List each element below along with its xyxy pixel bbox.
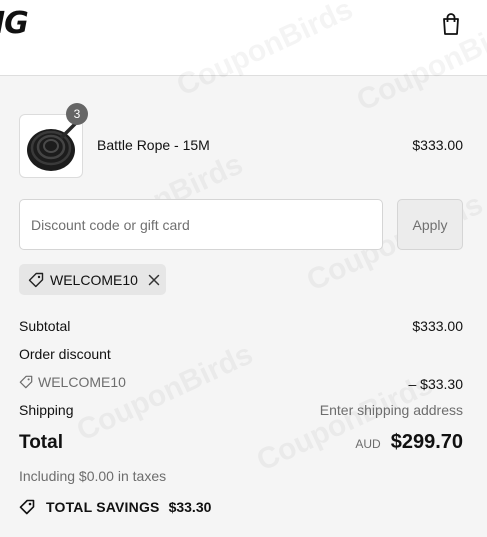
close-icon[interactable] (148, 274, 160, 286)
total-value-group: AUD $299.70 (355, 431, 463, 454)
order-discount-row: Order discount (19, 346, 463, 362)
store-header: IG (0, 0, 487, 76)
total-label: Total (19, 432, 63, 453)
total-row: Total AUD $299.70 (19, 431, 463, 454)
product-price: $333.00 (412, 137, 463, 153)
shopping-bag-icon[interactable] (441, 12, 461, 36)
discount-code-row: WELCOME10 – $33.30 (19, 374, 463, 392)
subtotal-value: $333.00 (412, 318, 463, 334)
discount-code-label: WELCOME10 (38, 374, 126, 390)
quantity-badge: 3 (66, 103, 88, 125)
shipping-label: Shipping (19, 402, 74, 418)
currency-code: AUD (355, 437, 381, 451)
tag-icon (19, 375, 33, 389)
total-savings: TOTAL SAVINGS $33.30 (19, 499, 211, 515)
applied-discount-code: WELCOME10 (50, 271, 138, 288)
discount-code-line: WELCOME10 (19, 374, 126, 390)
applied-discount-chip: WELCOME10 (19, 264, 166, 295)
order-summary: CouponBirds CouponBirds CouponBirds Coup… (0, 0, 487, 537)
order-discount-label: Order discount (19, 346, 111, 362)
discount-amount: – $33.30 (408, 376, 464, 392)
product-name: Battle Rope - 15M (97, 137, 210, 153)
subtotal-label: Subtotal (19, 318, 71, 334)
total-amount: $299.70 (390, 431, 463, 453)
taxes-note: Including $0.00 in taxes (19, 468, 167, 484)
savings-tag-icon (19, 499, 35, 515)
shipping-value: Enter shipping address (319, 402, 463, 418)
taxes-row: Including $0.00 in taxes (19, 468, 463, 484)
shipping-row: Shipping Enter shipping address (19, 402, 463, 418)
total-savings-label: TOTAL SAVINGS (46, 499, 160, 515)
apply-button[interactable]: Apply (397, 199, 463, 250)
tag-icon (28, 272, 44, 287)
subtotal-row: Subtotal $333.00 (19, 318, 463, 334)
discount-code-input[interactable] (19, 199, 383, 250)
total-savings-amount: $33.30 (168, 499, 212, 515)
store-logo[interactable]: IG (0, 6, 29, 41)
